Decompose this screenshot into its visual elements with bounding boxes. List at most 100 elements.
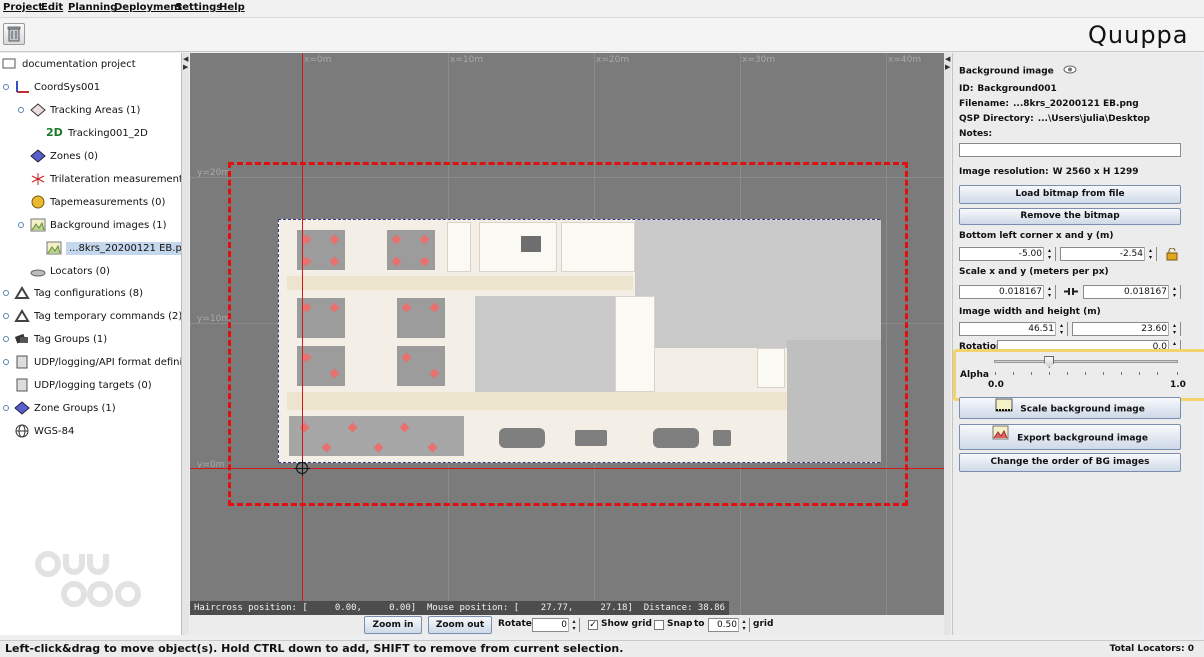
scale-y-input[interactable]: 0.018167 bbox=[1083, 285, 1181, 299]
rotate-spinner[interactable]: 0 bbox=[532, 618, 580, 632]
grid-label-y20: y=20m bbox=[197, 168, 231, 178]
project-tree: documentation project CoordSys001 Tracki… bbox=[0, 53, 182, 635]
zoom-out-button[interactable]: Zoom out bbox=[428, 616, 492, 634]
tree-item-locators[interactable]: Locators (0) bbox=[30, 263, 110, 279]
grid-label-x40: x=40m bbox=[888, 55, 922, 65]
delete-button[interactable] bbox=[3, 23, 25, 45]
corner-x-input[interactable]: -5.00 bbox=[959, 247, 1056, 261]
haircross-icon[interactable] bbox=[294, 460, 310, 476]
tree-item-zones[interactable]: Zones (0) bbox=[30, 148, 98, 164]
link-icon[interactable] bbox=[1062, 285, 1080, 301]
size-label: Image width and height (m) bbox=[959, 307, 1101, 317]
tree-item-tracking001[interactable]: 2D Tracking001_2D bbox=[46, 125, 148, 141]
alpha-slider-track[interactable] bbox=[994, 360, 1178, 363]
expand-toggle[interactable] bbox=[3, 290, 9, 296]
menu-deployment[interactable]: Deployment bbox=[114, 2, 182, 13]
tree-item-tapemeasurements[interactable]: Tapemeasurements (0) bbox=[30, 194, 165, 210]
left-splitter[interactable]: ◀ ▶ bbox=[182, 53, 189, 635]
show-grid-checkbox[interactable]: ✓ bbox=[588, 620, 598, 630]
background-image-icon bbox=[30, 218, 46, 232]
menu-project[interactable]: Project bbox=[3, 2, 43, 13]
scale-image-icon bbox=[995, 398, 1013, 420]
corner-y-input[interactable]: -2.54 bbox=[1060, 247, 1157, 261]
expand-toggle[interactable] bbox=[3, 405, 9, 411]
resolution-row: Image resolution: W 2560 x H 1299 bbox=[959, 167, 1139, 177]
tree-item-format-definitions[interactable]: UDP/logging/API format definitions ( bbox=[14, 354, 181, 370]
alpha-slider-highlight: Alpha 0.0 1.0 bbox=[953, 349, 1204, 401]
snap-grid-spinner[interactable]: 0.50 bbox=[708, 618, 750, 632]
quuppa-watermark bbox=[34, 548, 154, 616]
tree-item-coordsys[interactable]: CoordSys001 bbox=[14, 79, 100, 95]
trash-icon bbox=[7, 26, 21, 42]
expand-toggle[interactable] bbox=[3, 336, 9, 342]
props-header: Background image bbox=[959, 65, 1077, 77]
tracking-area-outline[interactable] bbox=[228, 162, 908, 506]
menu-edit[interactable]: Edit bbox=[41, 2, 63, 13]
alpha-max-label: 1.0 bbox=[1170, 380, 1186, 390]
grid-label-x30: x=30m bbox=[742, 55, 776, 65]
show-grid-label: Show grid bbox=[601, 619, 652, 629]
scale-x-input[interactable]: 0.018167 bbox=[959, 285, 1056, 299]
eye-icon[interactable] bbox=[1063, 65, 1077, 77]
grid-label-x10: x=10m bbox=[450, 55, 484, 65]
image-file-icon bbox=[46, 241, 62, 255]
folder-icon bbox=[2, 57, 18, 71]
quuppa-logo: Quuppa bbox=[1088, 21, 1189, 49]
grid-label: grid bbox=[753, 619, 774, 629]
tape-measure-icon bbox=[30, 195, 46, 209]
image-height-input[interactable]: 23.60 bbox=[1072, 322, 1181, 336]
tree-item-background-file[interactable]: ...8krs_20200121 EB.png bbox=[46, 240, 181, 256]
expand-toggle[interactable] bbox=[18, 107, 24, 113]
menu-help[interactable]: Help bbox=[219, 2, 245, 13]
alpha-label: Alpha bbox=[960, 370, 989, 380]
zone-icon bbox=[30, 149, 46, 163]
right-splitter[interactable]: ◀ ▶ bbox=[944, 53, 951, 635]
scale-label: Scale x and y (meters per px) bbox=[959, 267, 1109, 277]
tree-item-logging-targets[interactable]: UDP/logging targets (0) bbox=[14, 377, 152, 393]
zone-group-icon bbox=[14, 401, 30, 415]
tag-group-icon bbox=[14, 332, 30, 346]
map-canvas[interactable]: x=0m x=10m x=20m x=30m x=40m y=20m y=10m… bbox=[190, 53, 944, 615]
tree-item-tag-groups[interactable]: Tag Groups (1) bbox=[14, 331, 107, 347]
tree-item-wgs84[interactable]: WGS-84 bbox=[14, 423, 74, 439]
expand-toggle[interactable] bbox=[3, 359, 9, 365]
tree-item-trilateration[interactable]: Trilateration measurements (0 bbox=[30, 171, 181, 187]
snap-to-label: to bbox=[694, 619, 705, 629]
collapse-left-icon[interactable]: ◀ bbox=[183, 55, 188, 63]
expand-toggle[interactable] bbox=[3, 84, 9, 90]
globe-icon bbox=[14, 424, 30, 438]
qsp-directory-row: QSP Directory: ...\Users\julia\Desktop bbox=[959, 114, 1150, 124]
menu-planning[interactable]: Planning bbox=[68, 2, 117, 13]
expand-right-icon[interactable]: ▶ bbox=[945, 63, 950, 71]
grid-label-x20: x=20m bbox=[596, 55, 630, 65]
tree-item-tag-temp-commands[interactable]: Tag temporary commands (2) bbox=[14, 308, 181, 324]
tree-item-background-images[interactable]: Background images (1) bbox=[30, 217, 167, 233]
change-bg-order-button[interactable]: Change the order of BG images bbox=[959, 453, 1181, 472]
menu-settings[interactable]: Settings bbox=[175, 2, 222, 13]
snap-checkbox[interactable] bbox=[654, 620, 664, 630]
locator-icon bbox=[30, 264, 46, 278]
load-bitmap-button[interactable]: Load bitmap from file bbox=[959, 185, 1181, 204]
image-width-input[interactable]: 46.51 bbox=[959, 322, 1068, 336]
notes-label: Notes: bbox=[959, 129, 993, 139]
notes-input[interactable] bbox=[959, 143, 1181, 157]
rotate-label: Rotate: bbox=[498, 619, 536, 629]
export-background-button[interactable]: Export background image bbox=[959, 424, 1181, 450]
tree-item-tag-configurations[interactable]: Tag configurations (8) bbox=[14, 285, 143, 301]
remove-bitmap-button[interactable]: Remove the bitmap bbox=[959, 208, 1181, 225]
alpha-slider-thumb[interactable] bbox=[1044, 356, 1055, 368]
canvas-controls: Zoom in Zoom out Rotate: 0 ✓ Show grid S… bbox=[190, 615, 944, 635]
tree-item-zone-groups[interactable]: Zone Groups (1) bbox=[14, 400, 116, 416]
lock-icon[interactable] bbox=[1165, 247, 1179, 264]
tree-item-tracking-areas[interactable]: Tracking Areas (1) bbox=[30, 102, 140, 118]
collapse-right-icon[interactable]: ◀ bbox=[945, 55, 950, 63]
expand-toggle[interactable] bbox=[18, 222, 24, 228]
tag-config-icon bbox=[14, 286, 30, 300]
grid-label-x0: x=0m bbox=[304, 55, 332, 65]
scale-background-button[interactable]: Scale background image bbox=[959, 397, 1181, 419]
expand-left-icon[interactable]: ▶ bbox=[183, 63, 188, 71]
expand-toggle[interactable] bbox=[3, 313, 9, 319]
tree-root[interactable]: documentation project bbox=[2, 56, 136, 72]
y-axis-line bbox=[302, 53, 303, 615]
zoom-in-button[interactable]: Zoom in bbox=[364, 616, 422, 634]
